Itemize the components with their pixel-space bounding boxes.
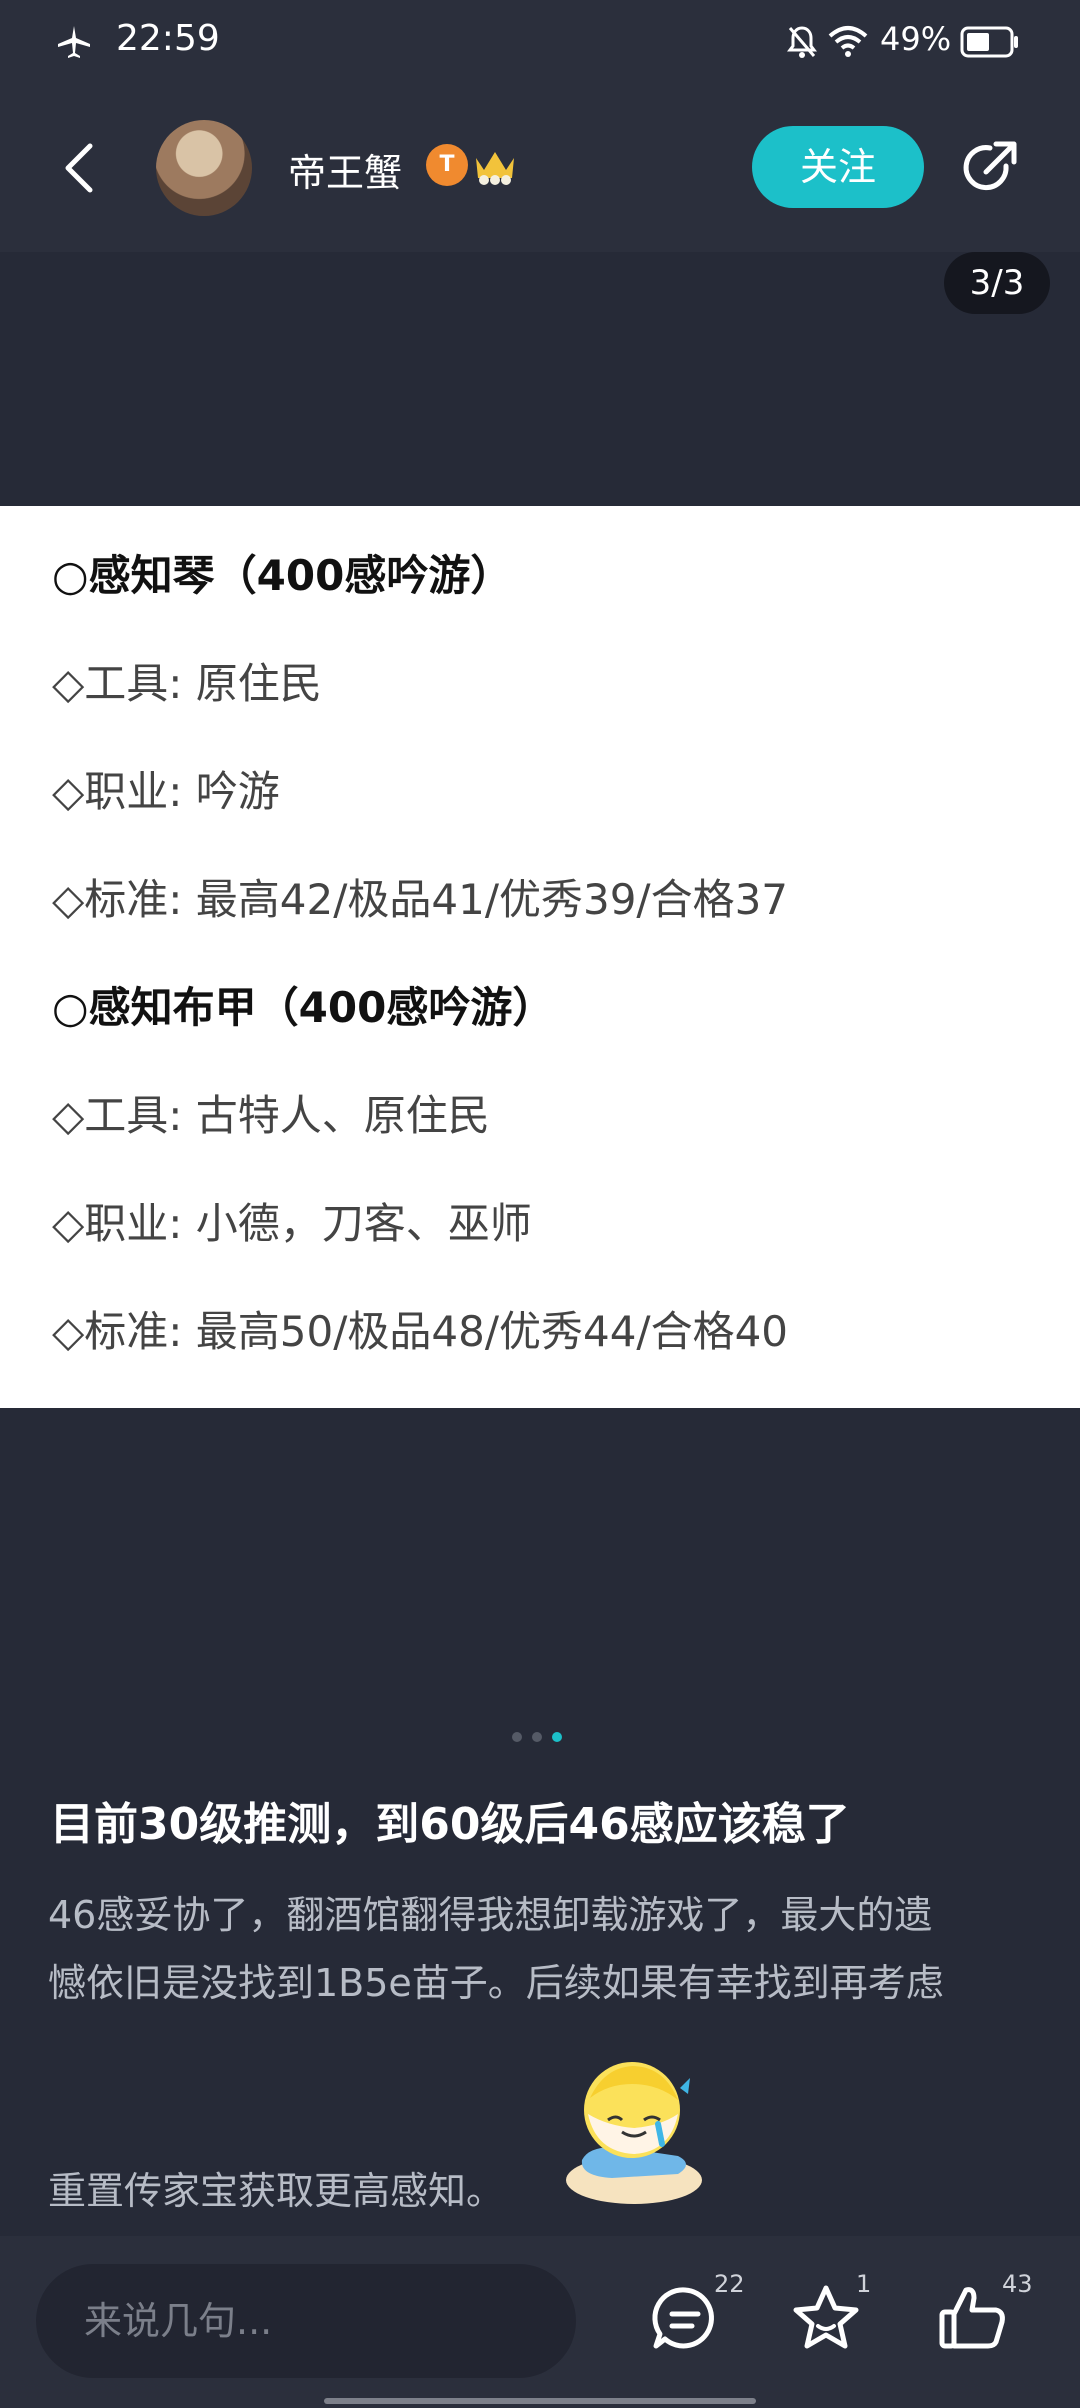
crown-icon: [476, 152, 514, 185]
image-text-line: ○感知布甲（400感吟游）: [52, 983, 555, 1032]
image-text-line: ◇职业: 吟游: [52, 767, 280, 816]
battery-percent: 49%: [880, 20, 952, 58]
like-thumb-icon[interactable]: [936, 2282, 1008, 2354]
image-text-line: ○感知琴（400感吟游）: [52, 551, 513, 600]
bottom-action-bar: 来说几句... 22 1 43: [0, 2236, 1080, 2408]
airplane-icon: [58, 26, 90, 58]
follow-button[interactable]: 关注: [752, 126, 924, 208]
favorite-count: 1: [856, 2270, 872, 2298]
level-badge: T: [426, 144, 468, 186]
post-image[interactable]: ○感知琴（400感吟游） ◇工具: 原住民 ◇职业: 吟游 ◇标准: 最高42/…: [0, 506, 1080, 1408]
post-body-line: 重置传家宝获取更高感知。: [48, 2169, 505, 2213]
image-page-indicator: 3/3: [944, 252, 1050, 314]
comment-count: 22: [714, 2270, 745, 2298]
comment-input[interactable]: 来说几句...: [36, 2264, 576, 2378]
favorite-star-icon[interactable]: [790, 2282, 862, 2354]
post-body-line: 46感妥协了，翻酒馆翻得我想卸载游戏了，最大的遗: [48, 1893, 933, 1937]
carousel-dot: [512, 1732, 522, 1742]
username[interactable]: 帝王蟹: [288, 142, 402, 197]
post-title: 目前30级推测，到60级后46感应该稳了: [50, 1799, 850, 1850]
carousel-dot: [532, 1732, 542, 1742]
avatar[interactable]: [156, 120, 252, 216]
post-header: 帝王蟹 T 关注: [0, 84, 1080, 252]
image-text-line: ◇标准: 最高50/极品48/优秀44/合格40: [52, 1307, 789, 1356]
image-text-line: ◇标准: 最高42/极品41/优秀39/合格37: [52, 875, 789, 924]
home-indicator[interactable]: [324, 2398, 756, 2404]
comment-icon[interactable]: [650, 2284, 720, 2354]
wifi-icon: [828, 26, 868, 57]
share-icon[interactable]: [956, 136, 1022, 202]
battery-icon: [960, 26, 1018, 58]
image-text-line: ◇工具: 原住民: [52, 659, 322, 708]
status-bar: 22:59 49%: [0, 0, 1080, 84]
image-text-line: ◇工具: 古特人、原住民: [52, 1091, 490, 1140]
like-count: 43: [1002, 2270, 1033, 2298]
silent-bell-icon: [787, 26, 817, 58]
status-time: 22:59: [116, 18, 220, 59]
image-text-line: ◇职业: 小德，刀客、巫师: [52, 1199, 532, 1248]
carousel-dot-active: [552, 1732, 562, 1742]
back-icon[interactable]: [56, 140, 104, 196]
sticker-image: [566, 2062, 702, 2204]
post-body-line: 憾依旧是没找到1B5e苗子。后续如果有幸找到再考虑: [48, 1961, 944, 2005]
